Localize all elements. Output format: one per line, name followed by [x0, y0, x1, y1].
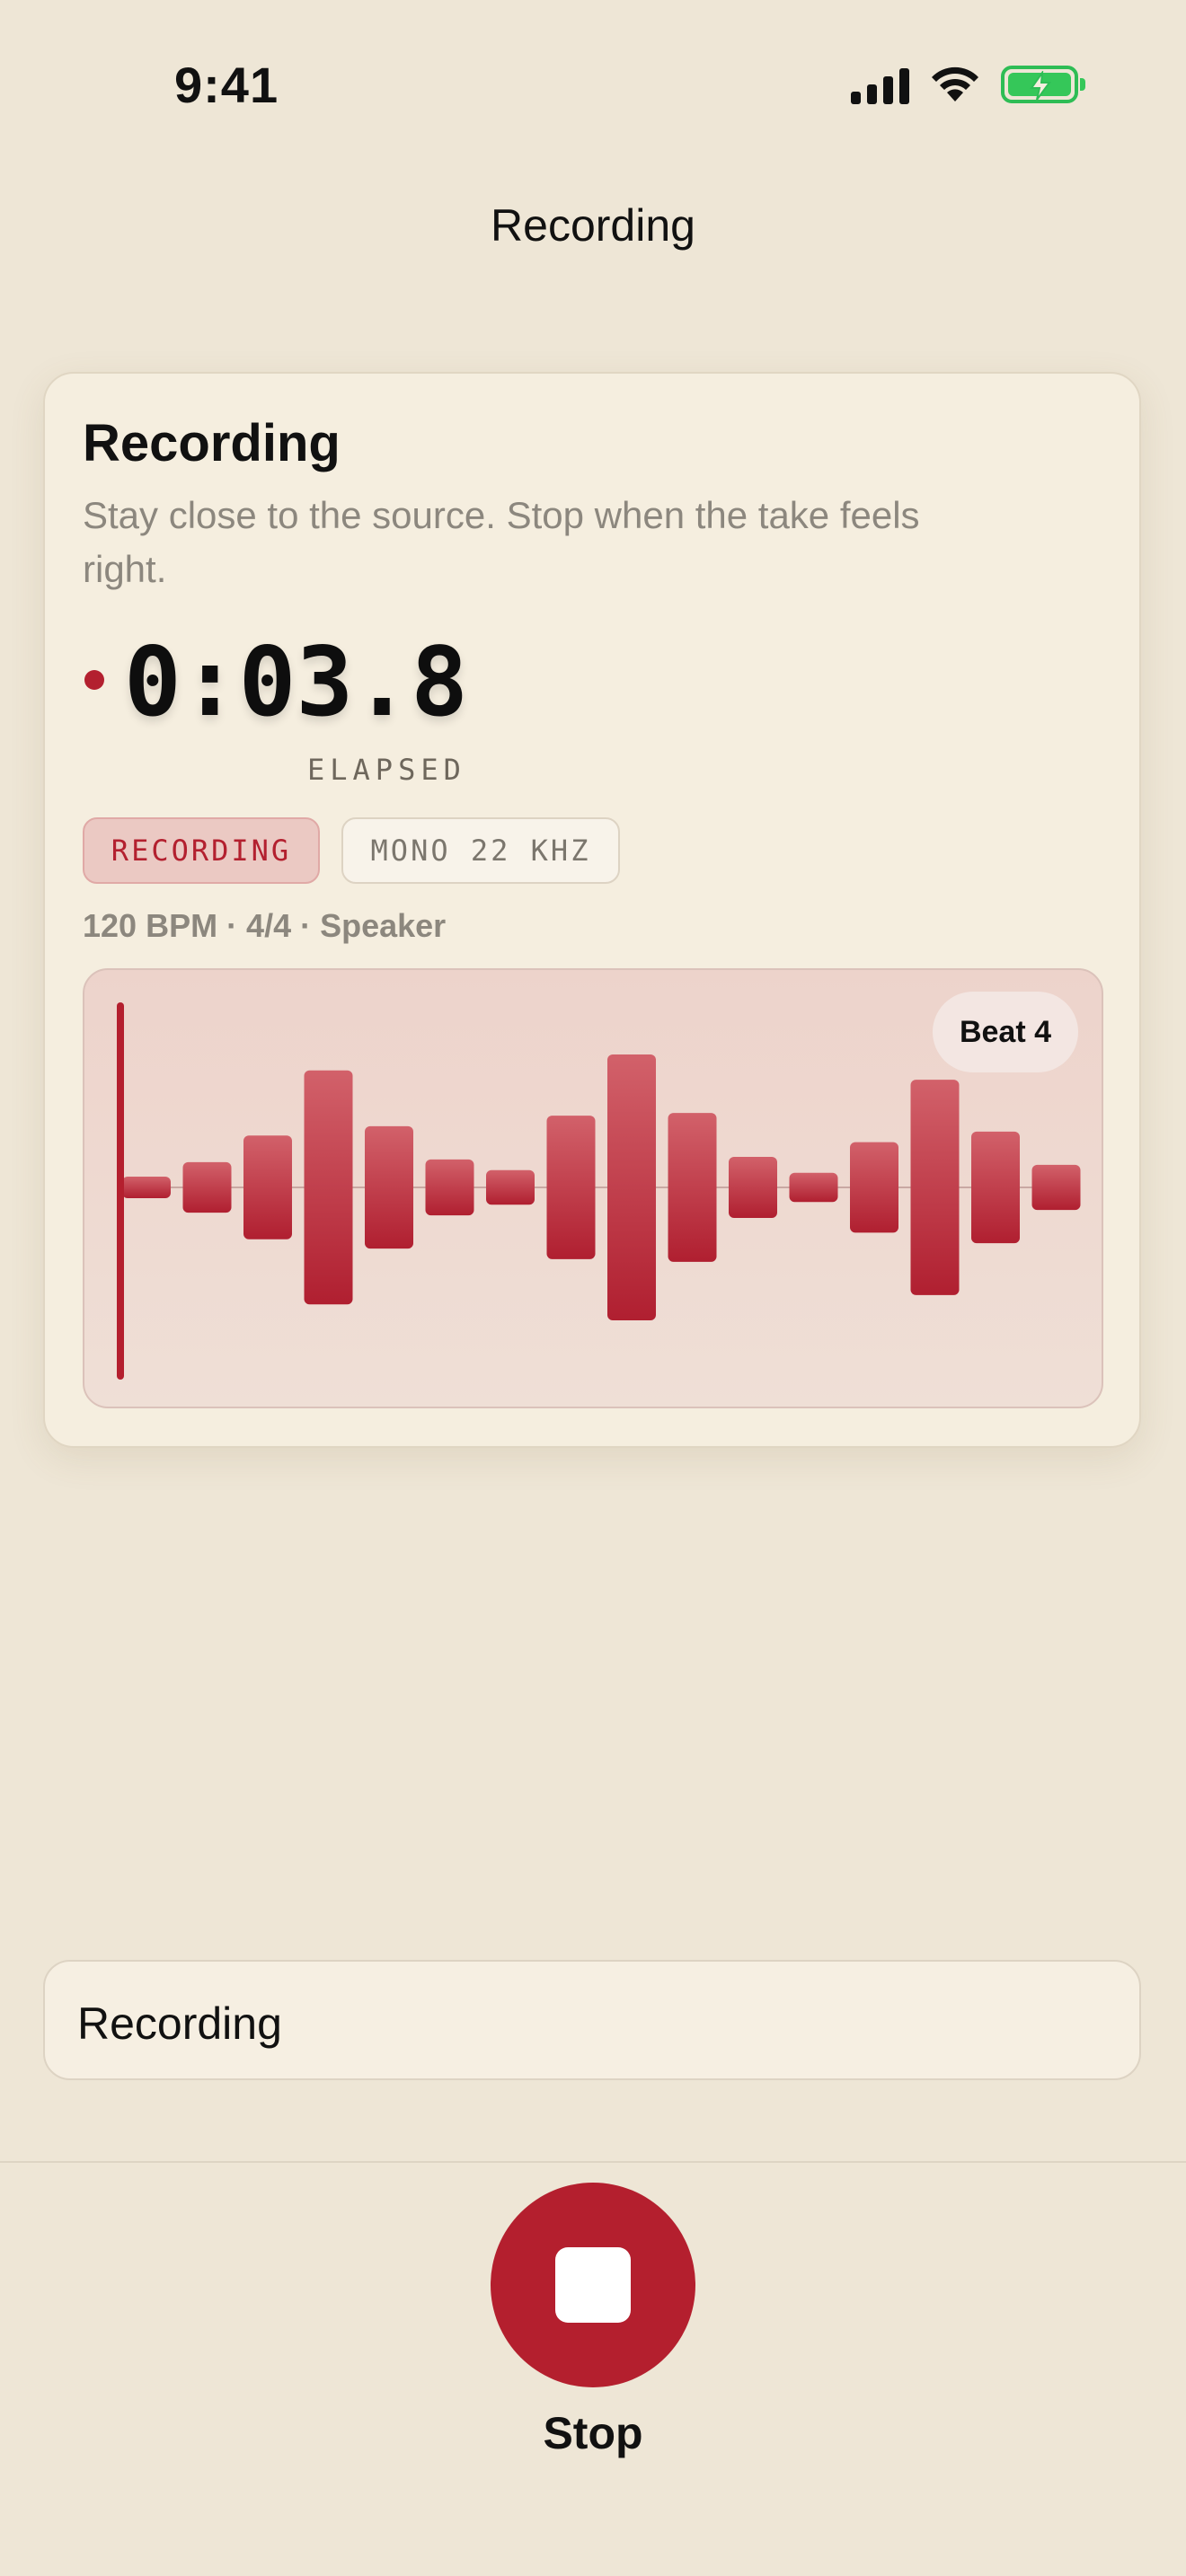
audio-format-badge: MONO 22 KHZ [341, 817, 620, 884]
waveform-bar [850, 1142, 898, 1233]
waveform-bar [546, 1116, 596, 1259]
elapsed-time: 0:03.8 [124, 627, 468, 737]
status-bar: 9:41 [0, 0, 1186, 162]
session-meta: 120 BPM · 4/4 · Speaker [83, 907, 447, 944]
stop-icon [555, 2247, 631, 2323]
waveform-bar [910, 1080, 960, 1295]
status-field-label: Recording [77, 1998, 282, 2049]
recording-status-badge: RECORDING [83, 817, 320, 884]
waveform-bar [122, 1177, 171, 1198]
beat-badge: Beat 4 [933, 992, 1078, 1072]
card-subtitle: Stay close to the source. Stop when the … [83, 494, 920, 590]
card-title: Recording [83, 414, 341, 472]
stop-button[interactable] [491, 2183, 695, 2387]
waveform-bar [425, 1159, 474, 1216]
waveform-bar [486, 1169, 535, 1205]
bottom-divider [0, 2161, 1186, 2163]
status-icons [851, 65, 1085, 104]
waveform-bar [607, 1054, 656, 1320]
waveform-bar [668, 1113, 717, 1262]
waveform-panel: Beat 4 [83, 968, 1103, 1408]
page-title: Recording [491, 200, 695, 251]
wifi-icon [932, 66, 978, 101]
playhead [117, 1002, 124, 1380]
elapsed-label: ELAPSED [307, 753, 466, 787]
waveform-bar [1031, 1164, 1081, 1211]
status-time: 9:41 [174, 57, 279, 113]
waveform-bar [971, 1131, 1020, 1244]
stop-label: Stop [543, 2408, 643, 2458]
recording-status-field: Recording [43, 1960, 1141, 2080]
waveform-bar [729, 1156, 777, 1219]
waveform-bar [789, 1172, 838, 1203]
waveform-bar [365, 1125, 413, 1249]
waveform-bar [243, 1135, 292, 1239]
waveform-bar [304, 1070, 353, 1305]
cellular-signal-icon [851, 65, 909, 104]
recording-indicator-dot [84, 670, 104, 690]
recording-card: Recording Stay close to the source. Stop… [43, 372, 1141, 1448]
waveform-bar [182, 1161, 232, 1213]
battery-charging-icon [1001, 66, 1085, 103]
